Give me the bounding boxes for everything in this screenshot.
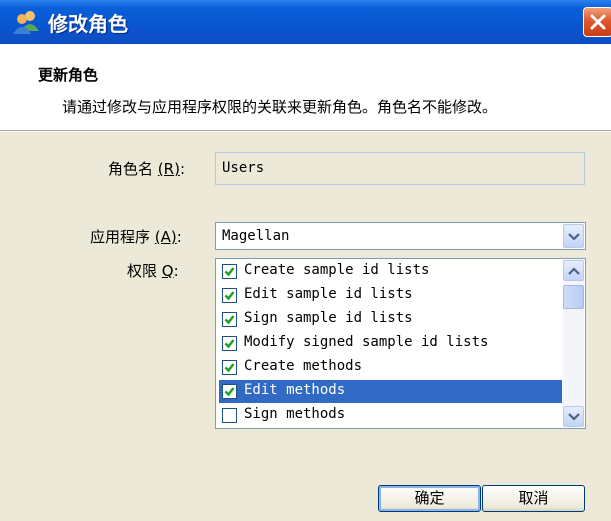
- checkmark-icon: [224, 339, 235, 349]
- permission-checkbox[interactable]: [222, 312, 237, 327]
- vertical-scrollbar[interactable]: [563, 260, 584, 427]
- permission-label: Create methods: [244, 358, 363, 374]
- cancel-button-label: 取消: [518, 489, 549, 507]
- ok-button-label: 确定: [414, 489, 445, 507]
- chevron-down-icon: [568, 413, 580, 421]
- permission-checkbox[interactable]: [222, 264, 237, 279]
- checkmark-icon: [224, 291, 235, 301]
- application-dropdown-button[interactable]: [563, 224, 584, 248]
- permission-item[interactable]: Sign methods: [219, 404, 562, 427]
- chevron-down-icon: [568, 233, 580, 241]
- application-label: 应用程序 (A):: [90, 228, 182, 246]
- ok-button[interactable]: 确定: [378, 485, 481, 512]
- users-icon: [13, 11, 39, 34]
- scroll-thumb[interactable]: [563, 285, 584, 309]
- permission-checkbox[interactable]: [222, 288, 237, 303]
- permission-item[interactable]: Edit sample id lists: [219, 284, 562, 307]
- permission-label: Modify signed sample id lists: [244, 334, 489, 350]
- permission-checkbox[interactable]: [222, 336, 237, 351]
- role-name-value: Users: [222, 160, 265, 176]
- permission-label: Create sample id lists: [244, 262, 430, 278]
- close-button[interactable]: [583, 7, 611, 37]
- application-value: Magellan: [222, 228, 290, 244]
- title-bar[interactable]: 修改角色: [0, 0, 611, 44]
- permission-label: Edit methods: [244, 382, 346, 398]
- checkmark-icon: [224, 387, 235, 397]
- permission-label: Sign methods: [244, 406, 346, 422]
- header-description: 请通过修改与应用程序权限的关联来更新角色。角色名不能修改。: [62, 98, 498, 116]
- permission-checkbox[interactable]: [222, 360, 237, 375]
- checkmark-icon: [224, 363, 235, 373]
- permission-item[interactable]: Modify signed sample id lists: [219, 332, 562, 355]
- permission-checkbox[interactable]: [222, 384, 237, 399]
- header-divider: [0, 130, 611, 132]
- scroll-up-button[interactable]: [563, 260, 584, 281]
- permission-label: Edit sample id lists: [244, 286, 413, 302]
- permission-label: Sign sample id lists: [244, 310, 413, 326]
- window-title: 修改角色: [48, 12, 128, 36]
- checkmark-icon: [224, 315, 235, 325]
- permissions-list[interactable]: Create sample id lists Edit sample id li…: [215, 258, 586, 429]
- permission-checkbox[interactable]: [222, 408, 237, 423]
- chevron-up-icon: [568, 267, 580, 275]
- cancel-button[interactable]: 取消: [482, 485, 585, 512]
- permission-item[interactable]: Sign sample id lists: [219, 308, 562, 331]
- header-title: 更新角色: [38, 66, 99, 84]
- role-name-label: 角色名 (R):: [108, 160, 185, 178]
- permissions-label: 权限 Q:: [127, 262, 179, 280]
- permission-item[interactable]: Create sample id lists: [219, 260, 562, 283]
- dialog-window: 修改角色 更新角色 请通过修改与应用程序权限的关联来更新角色。角色名不能修改。 …: [0, 0, 611, 521]
- permission-item-selected[interactable]: Edit methods: [219, 380, 562, 403]
- application-select[interactable]: Magellan: [215, 222, 586, 250]
- scroll-down-button[interactable]: [563, 406, 584, 427]
- role-name-field: Users: [215, 152, 585, 185]
- permission-item[interactable]: Create methods: [219, 356, 562, 379]
- close-icon: [590, 14, 606, 30]
- header-panel: 更新角色 请通过修改与应用程序权限的关联来更新角色。角色名不能修改。: [0, 44, 611, 130]
- checkmark-icon: [224, 267, 235, 277]
